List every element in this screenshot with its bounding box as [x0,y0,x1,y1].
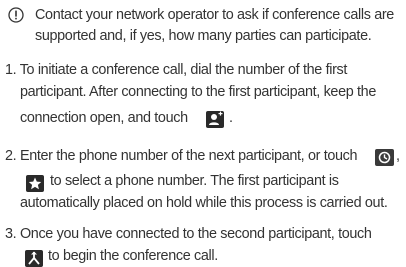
step-1-line-1: 1. To initiate a conference call, dial t… [5,62,348,78]
merge-calls-icon [25,250,43,267]
step-1-line-2: participant. After connecting to the fir… [20,84,376,100]
note-text-line-2: supported and, if yes, how many parties … [35,28,372,44]
step-1-line-3: connection open, and touch [20,110,188,126]
step-3-line-2: to begin the conference call. [48,248,218,264]
step-2-line-1: 2. Enter the phone number of the next pa… [5,148,358,164]
step-2-line-3: automatically placed on hold while this … [20,195,388,211]
favorites-star-icon [26,175,44,192]
info-exclamation-icon [8,7,24,23]
step-1-period: . [229,110,233,126]
step-3-line-1: 3. Once you have connected to the second… [5,226,372,242]
step-2-comma: , [396,148,400,164]
add-call-icon [206,111,224,128]
call-log-icon [375,149,394,166]
step-2-line-2: to select a phone number. The first part… [50,173,339,189]
note-text-line-1: Contact your network operator to ask if … [35,7,394,23]
